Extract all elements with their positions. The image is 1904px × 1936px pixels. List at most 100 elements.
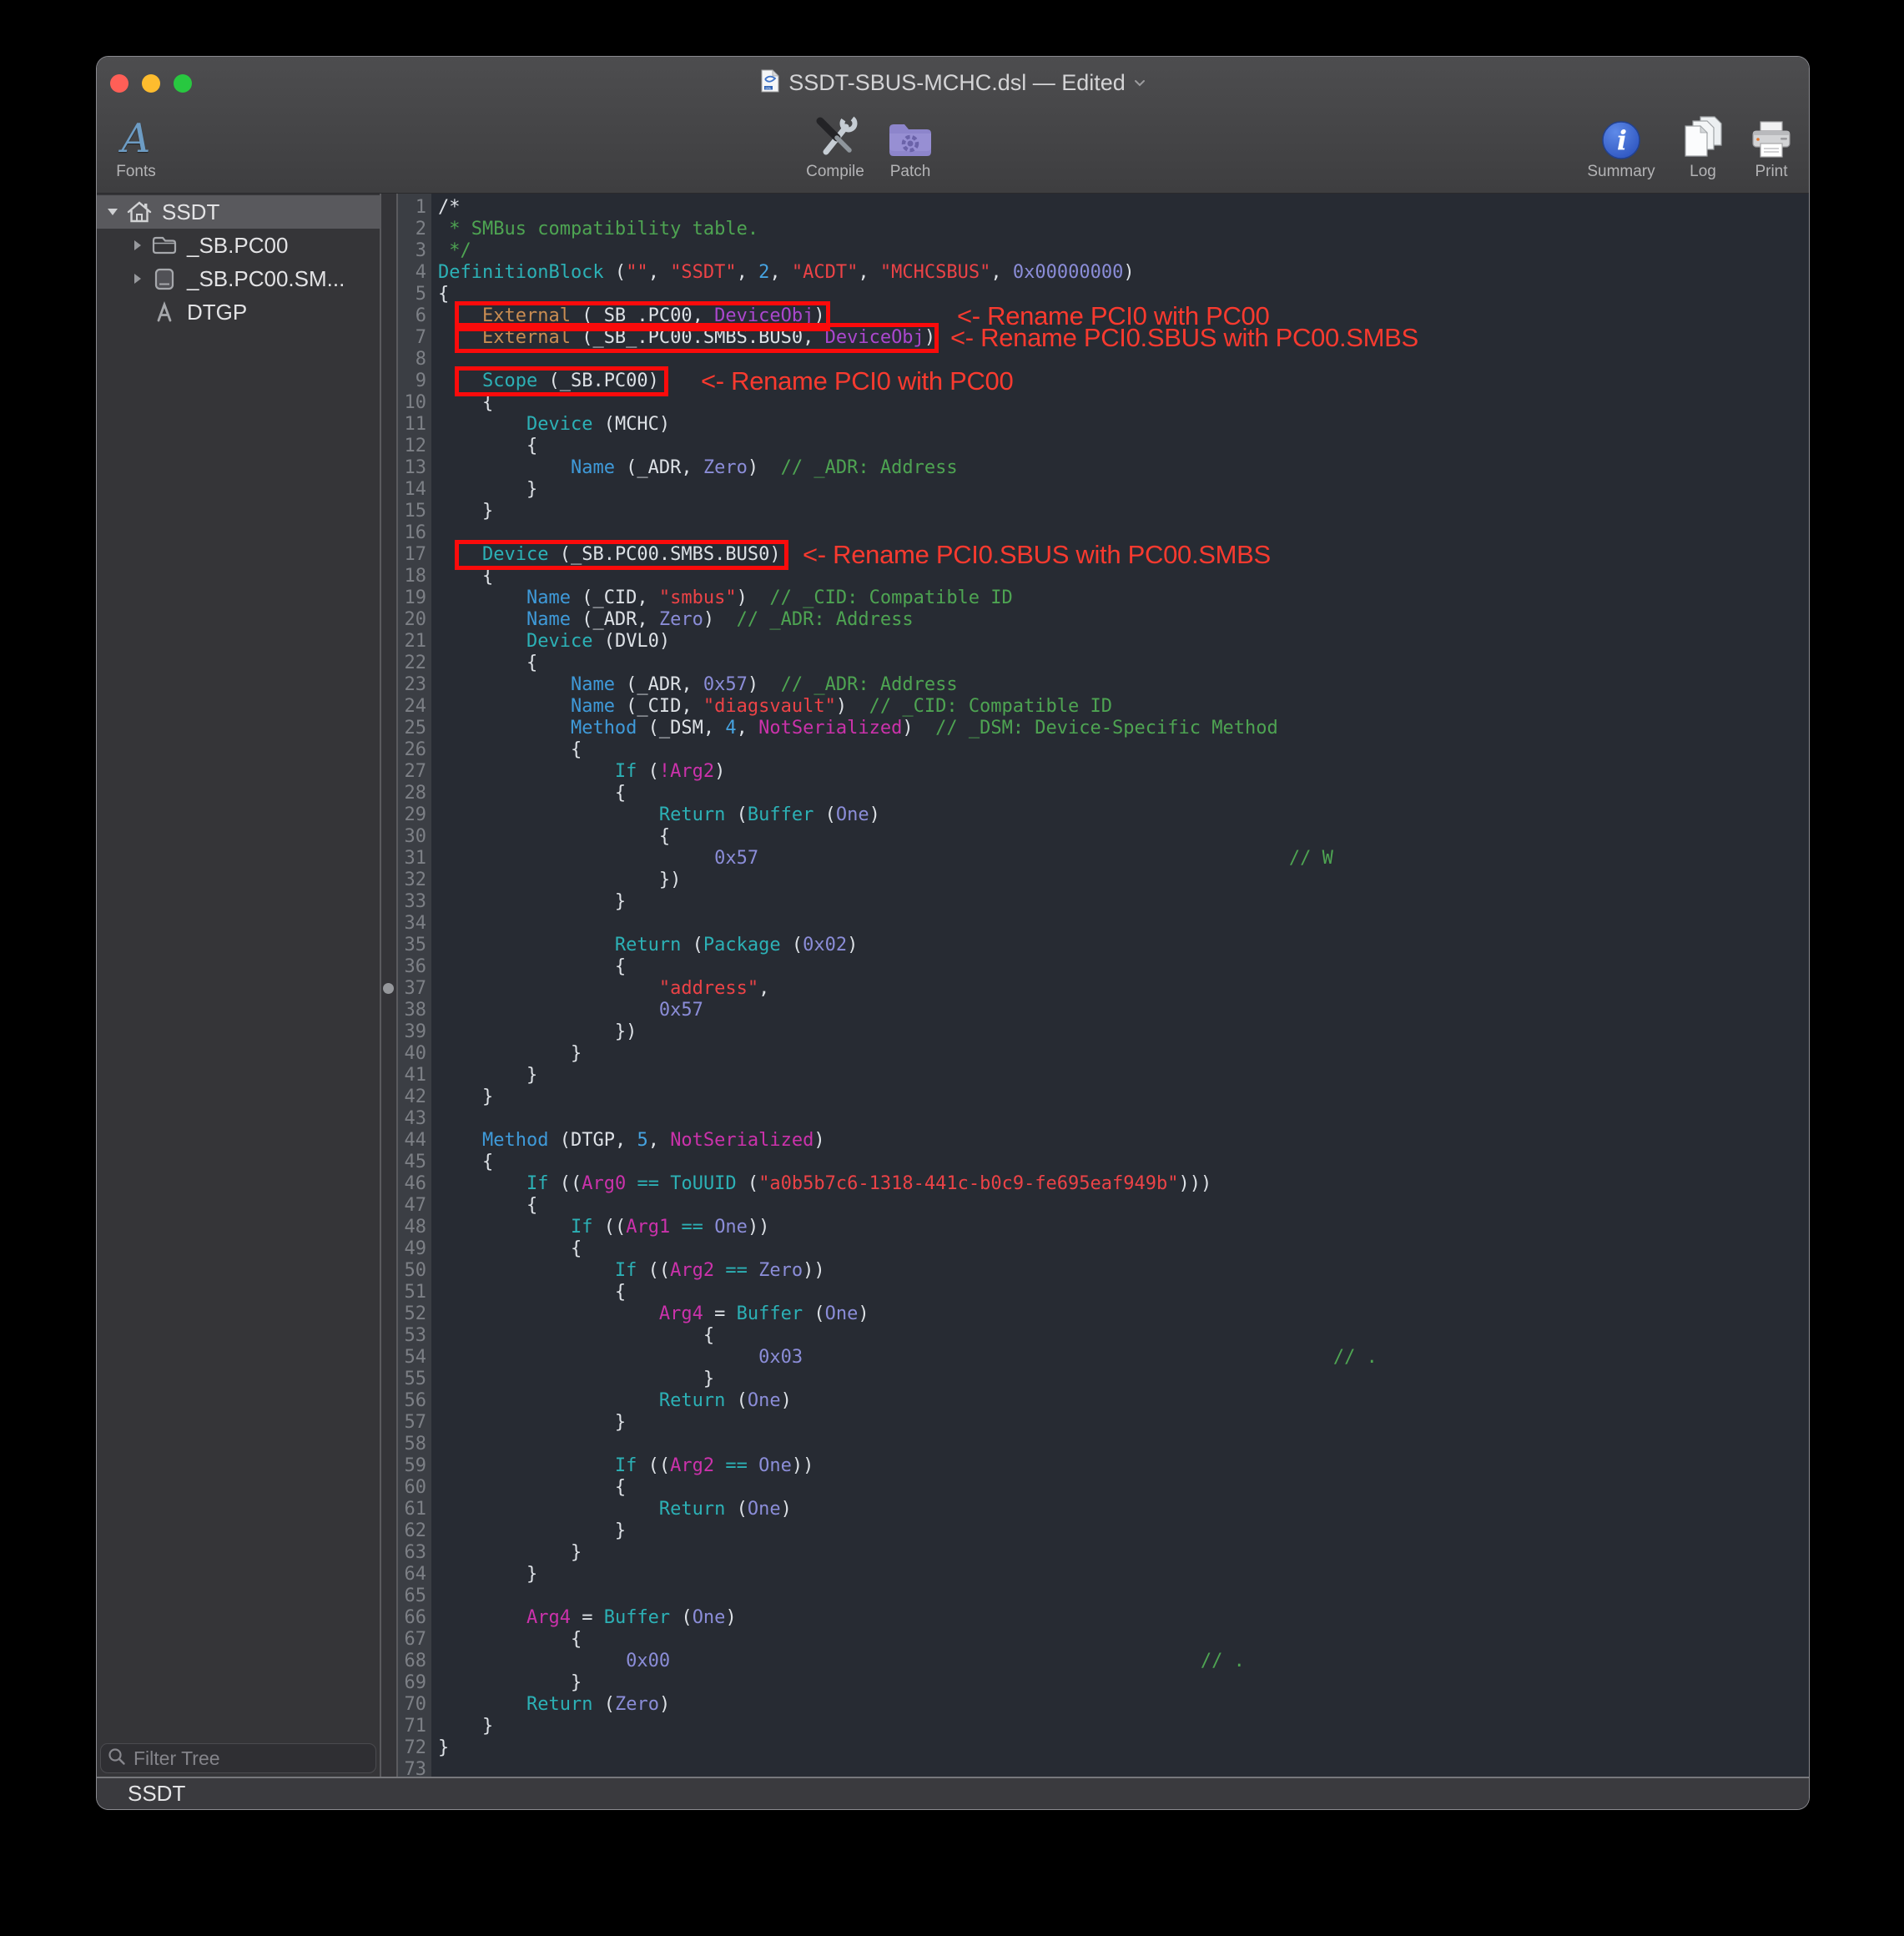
line-number: 28 xyxy=(398,783,426,804)
desktop: { "window": { "title": "SSDT-SBUS-MCHC.d… xyxy=(0,0,1904,1936)
line-number: 22 xyxy=(398,653,426,674)
code-line: 0x57 xyxy=(438,1000,1809,1021)
code-line: } xyxy=(438,1369,1809,1390)
code-line: }) xyxy=(438,1021,1809,1043)
line-number: 51 xyxy=(398,1282,426,1303)
fonts-icon: A xyxy=(98,112,174,160)
code-line: { xyxy=(438,1195,1809,1217)
line-number: 55 xyxy=(398,1369,426,1390)
disclosure-down-icon[interactable] xyxy=(102,208,123,216)
code-line: DefinitionBlock ("", "SSDT", 2, "ACDT", … xyxy=(438,262,1809,284)
line-number: 8 xyxy=(398,349,426,371)
svg-text:i: i xyxy=(1617,124,1627,156)
code-line: Name (_ADR, 0x57) // _ADR: Address xyxy=(438,674,1809,696)
line-number: 38 xyxy=(398,1000,426,1021)
code-line: If (!Arg2) xyxy=(438,761,1809,783)
code-line: If ((Arg0 == ToUUID ("a0b5b7c6-1318-441c… xyxy=(438,1173,1809,1195)
line-number: 21 xyxy=(398,631,426,653)
code-line: Arg4 = Buffer (One) xyxy=(438,1607,1809,1629)
code-line: If ((Arg2 == One)) xyxy=(438,1455,1809,1477)
rename-highlight-box-scope xyxy=(455,366,668,396)
log-button[interactable]: Log xyxy=(1665,112,1741,181)
line-number: 73 xyxy=(398,1759,426,1777)
code-line: { xyxy=(438,956,1809,978)
code-line: } xyxy=(438,1542,1809,1564)
code-line: Method (_DSM, 4, NotSerialized) // _DSM:… xyxy=(438,718,1809,739)
toolbar-label: Patch xyxy=(872,163,949,181)
code-line: } xyxy=(438,501,1809,522)
line-number: 11 xyxy=(398,414,426,436)
code-line: } xyxy=(438,1065,1809,1086)
editor-margin xyxy=(381,194,398,1777)
line-number-gutter: 1234567891011121314151617181920212223242… xyxy=(398,194,431,1777)
code-line: { xyxy=(438,826,1809,848)
line-number: 61 xyxy=(398,1499,426,1520)
filter-tree-field[interactable] xyxy=(100,1743,376,1773)
folder-gear-icon xyxy=(872,112,949,160)
chevron-down-icon[interactable] xyxy=(1134,77,1146,92)
toolbar-label: Compile xyxy=(797,163,874,181)
document-proxy-icon[interactable]: DSL xyxy=(760,69,780,97)
line-number: 64 xyxy=(398,1564,426,1586)
code-line: { xyxy=(438,1282,1809,1303)
line-number: 20 xyxy=(398,609,426,631)
disclosure-right-icon[interactable] xyxy=(127,273,149,285)
line-number: 41 xyxy=(398,1065,426,1086)
code-line: Device (DVL0) xyxy=(438,631,1809,653)
code-line: 0x03 // . xyxy=(438,1347,1809,1369)
annotation-rename-sbus-1: <- Rename PCI0.SBUS with PC00.SMBS xyxy=(950,324,1418,352)
code-line: } xyxy=(438,1520,1809,1542)
rename-highlight-box-device xyxy=(455,540,788,570)
code-line: { xyxy=(438,1325,1809,1347)
code-line: } xyxy=(438,1412,1809,1434)
tree-item-sb-pc00[interactable]: _SB.PC00 xyxy=(97,229,380,262)
line-number: 47 xyxy=(398,1195,426,1217)
annotation-rename-pci0-2: <- Rename PCI0 with PC00 xyxy=(701,367,1013,396)
toolbar-label: Fonts xyxy=(98,163,174,181)
tree-item-sb-pc00-sm[interactable]: _SB.PC00.SM... xyxy=(97,262,380,295)
line-number: 68 xyxy=(398,1651,426,1672)
line-number: 18 xyxy=(398,566,426,587)
print-button[interactable]: Print xyxy=(1733,112,1809,181)
tree-item-ssdt[interactable]: SSDT xyxy=(97,195,380,229)
disclosure-right-icon[interactable] xyxy=(127,239,149,251)
code-line: Return (Package (0x02) xyxy=(438,935,1809,956)
sidebar: SSDT _SB.PC00 xyxy=(97,194,381,1777)
line-number: 1 xyxy=(398,197,426,219)
svg-text:DSL: DSL xyxy=(766,86,772,89)
tree-item-label: _SB.PC00 xyxy=(187,233,288,259)
code-line: } xyxy=(438,1737,1809,1759)
filter-tree-input[interactable] xyxy=(132,1747,369,1771)
code-line: Name (_CID, "smbus") // _CID: Compatible… xyxy=(438,587,1809,609)
line-number: 36 xyxy=(398,956,426,978)
line-number: 14 xyxy=(398,479,426,501)
code-line: } xyxy=(438,1043,1809,1065)
line-number: 27 xyxy=(398,761,426,783)
code-line xyxy=(438,1434,1809,1455)
patch-button[interactable]: Patch xyxy=(872,112,949,181)
tools-icon xyxy=(797,112,874,160)
code-line: Return (One) xyxy=(438,1499,1809,1520)
line-number: 39 xyxy=(398,1021,426,1043)
summary-button[interactable]: i Summary xyxy=(1579,112,1663,181)
device-icon xyxy=(149,268,180,290)
code-line: Name (_ADR, Zero) // _ADR: Address xyxy=(438,609,1809,631)
code-line xyxy=(438,1108,1809,1130)
code-line: Device (MCHC) xyxy=(438,414,1809,436)
code-editor[interactable]: /* * SMBus compatibility table. */Defini… xyxy=(431,194,1809,1777)
fonts-button[interactable]: A Fonts xyxy=(98,112,174,181)
line-number: 62 xyxy=(398,1520,426,1542)
tree-item-label: _SB.PC00.SM... xyxy=(187,266,345,292)
compile-button[interactable]: Compile xyxy=(797,112,874,181)
line-number: 16 xyxy=(398,522,426,544)
code-line: Arg4 = Buffer (One) xyxy=(438,1303,1809,1325)
line-number: 32 xyxy=(398,870,426,891)
tree-item-dtgp[interactable]: DTGP xyxy=(97,295,380,329)
line-number: 24 xyxy=(398,696,426,718)
code-line: 0x00 // . xyxy=(438,1651,1809,1672)
code-line: If ((Arg1 == One)) xyxy=(438,1217,1809,1238)
line-number: 48 xyxy=(398,1217,426,1238)
line-number: 19 xyxy=(398,587,426,609)
document-stack-icon xyxy=(1665,112,1741,160)
line-number: 45 xyxy=(398,1152,426,1173)
